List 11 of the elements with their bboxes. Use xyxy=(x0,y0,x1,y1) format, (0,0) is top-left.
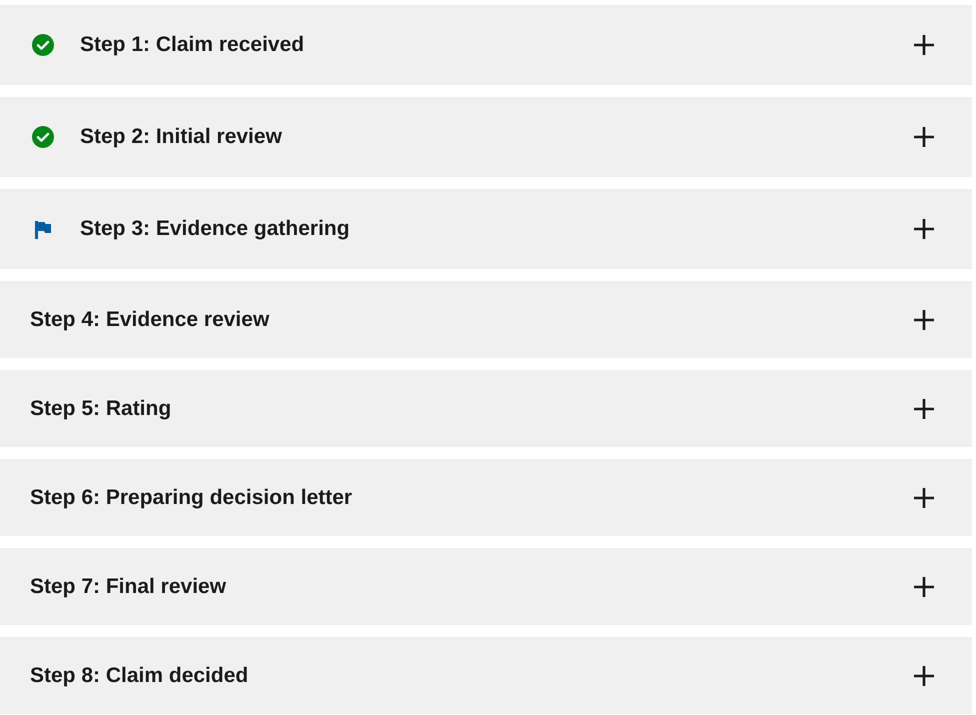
accordion-header[interactable]: Step 8: Claim decided xyxy=(0,637,972,714)
accordion-header[interactable]: Step 1: Claim received xyxy=(0,5,972,85)
flag-icon xyxy=(35,221,51,239)
accordion-header[interactable]: Step 6: Preparing decision letter xyxy=(0,459,972,536)
accordion-header[interactable]: Step 7: Final review xyxy=(0,548,972,625)
check-circle-icon xyxy=(32,126,54,148)
accordion-header[interactable]: Step 2: Initial review xyxy=(0,97,972,177)
accordion-header[interactable]: Step 4: Evidence review xyxy=(0,281,972,358)
accordion-header[interactable]: Step 5: Rating xyxy=(0,370,972,447)
check-circle-icon xyxy=(32,34,54,56)
accordion-header[interactable]: Step 3: Evidence gathering xyxy=(0,189,972,269)
